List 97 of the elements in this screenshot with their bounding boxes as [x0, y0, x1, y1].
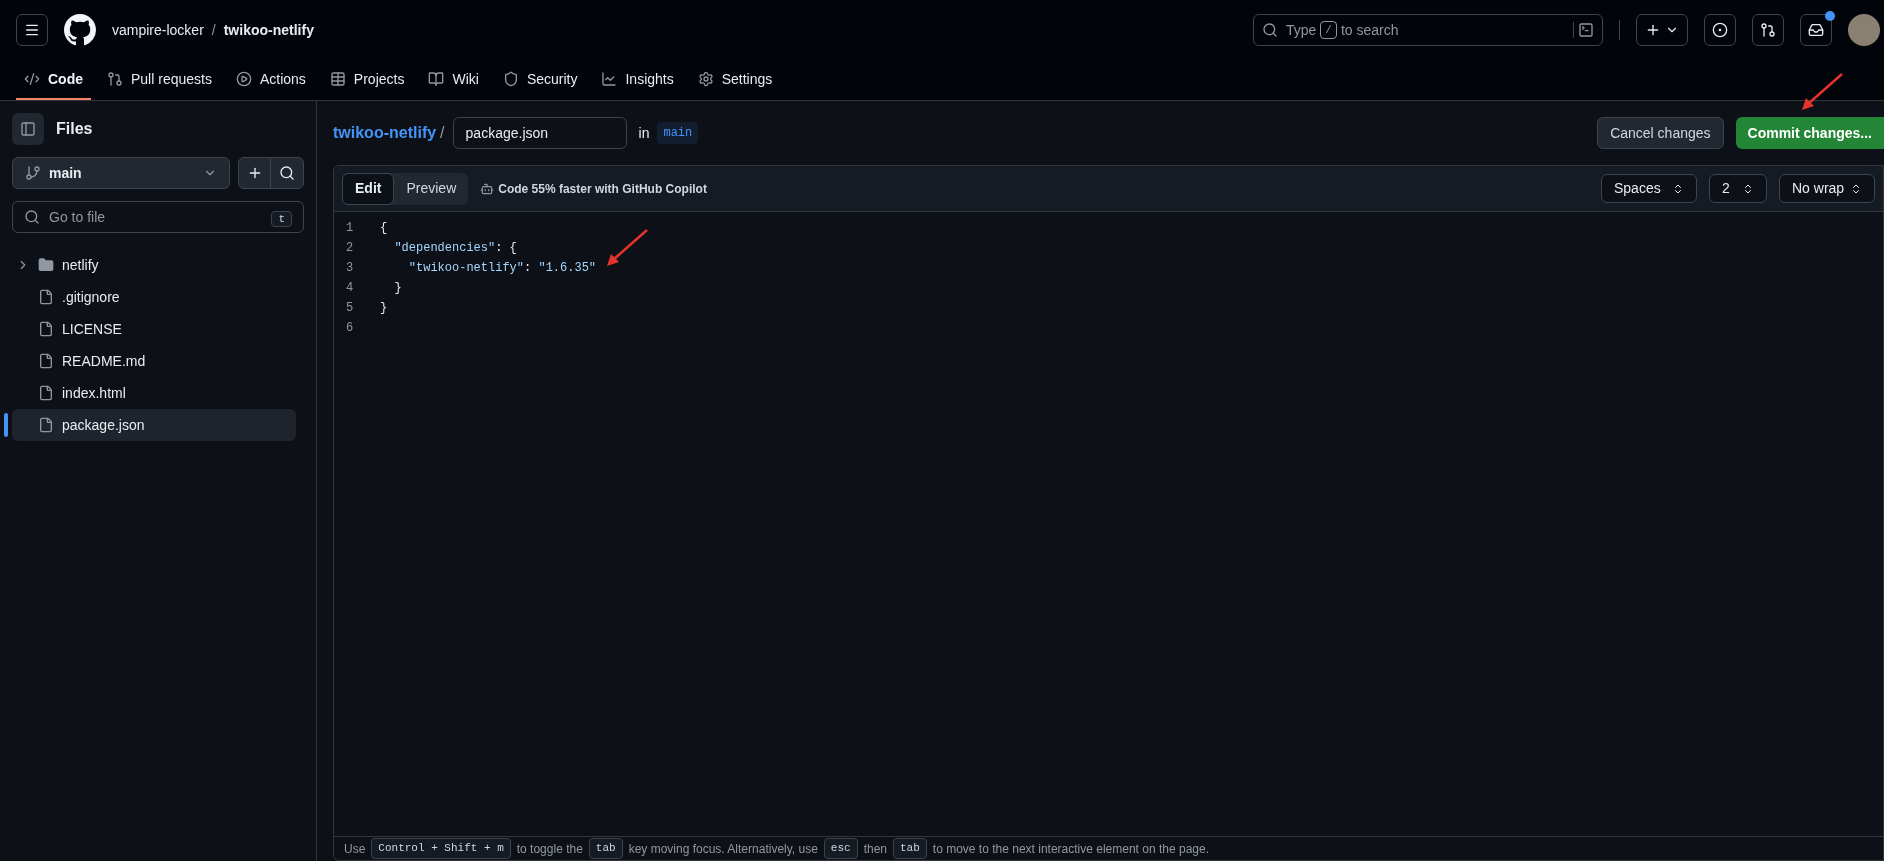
repo-tab[interactable]: Insights	[593, 60, 682, 100]
file-tree-item[interactable]: LICENSE	[12, 313, 296, 345]
code-icon	[24, 71, 40, 87]
code-line: }	[393, 280, 402, 297]
code-line: }	[380, 300, 388, 317]
code-line: {	[380, 220, 388, 237]
repo-tab[interactable]: Security	[494, 60, 586, 100]
command-palette-icon	[1573, 22, 1594, 38]
settings-icon	[697, 71, 714, 87]
shield-icon	[502, 71, 519, 87]
search-field[interactable]: Type / to search	[1253, 14, 1603, 46]
file-tree-item[interactable]: package.json	[12, 409, 296, 441]
keyboard-key: Control + Shift + m	[371, 838, 511, 859]
keyboard-key: tab	[893, 838, 927, 859]
menu-button[interactable]	[16, 14, 48, 46]
file-tree-item[interactable]: index.html	[12, 377, 296, 409]
play-icon	[235, 71, 252, 87]
repo-tab[interactable]: Wiki	[420, 60, 487, 100]
branch-select[interactable]: main	[12, 157, 230, 189]
file-tree-item[interactable]: .gitignore	[12, 281, 296, 313]
copilot-icon	[480, 181, 495, 196]
create-new-button[interactable]	[1636, 14, 1688, 46]
file-icon	[38, 385, 54, 401]
code-line: "dependencies": {	[393, 240, 517, 257]
file-icon	[38, 353, 54, 369]
collapse-sidebar-button[interactable]	[12, 113, 44, 145]
file-icon	[38, 321, 54, 337]
select-arrows-icon	[1850, 182, 1862, 195]
search-icon	[24, 209, 40, 225]
search-hint: to search	[1340, 20, 1399, 40]
keyboard-hint: key moving focus. Alternatively, use	[628, 840, 818, 858]
sidebar-icon	[20, 121, 36, 137]
book-icon	[428, 71, 445, 87]
path-separator: /	[440, 123, 445, 143]
copilot-link[interactable]: Code 55% faster with GitHub Copilot	[480, 179, 707, 198]
in-label: in	[638, 123, 650, 143]
line-number: 5	[345, 300, 355, 317]
editor-tab[interactable]: Edit	[342, 172, 395, 205]
issue-icon	[1712, 22, 1728, 38]
pull-request-icon	[1760, 22, 1776, 38]
arrow-annotation	[607, 229, 648, 266]
graph-icon	[601, 71, 618, 87]
editor-select[interactable]: Spaces	[1601, 174, 1697, 203]
search-hint: Type	[1286, 20, 1317, 40]
pull-request-icon	[107, 71, 123, 87]
keyboard-key: tab	[588, 838, 623, 859]
line-number: 4	[345, 280, 355, 297]
file-icon	[38, 417, 54, 433]
line-number: 6	[345, 320, 355, 337]
repo-tab[interactable]: Projects	[321, 60, 413, 100]
cancel-changes-button[interactable]: Cancel changes	[1597, 117, 1724, 149]
editor-select[interactable]: No wrap	[1779, 174, 1875, 203]
avatar[interactable]	[1848, 14, 1880, 46]
issues-button[interactable]	[1704, 14, 1736, 46]
file-tree-item[interactable]: README.md	[12, 345, 296, 377]
folder-icon	[38, 257, 54, 273]
file-tree-item[interactable]: netlify	[12, 249, 296, 281]
repo-tab[interactable]: Code	[16, 60, 91, 100]
keyboard-key: t	[271, 210, 292, 227]
filename-field[interactable]: package.json	[452, 117, 627, 149]
line-number: 2	[345, 240, 355, 257]
keyboard-hint: to move to the next interactive element on the page.	[932, 840, 1209, 858]
table-icon	[329, 71, 346, 87]
keyboard-hint: then	[863, 840, 887, 858]
menu-icon	[24, 22, 40, 38]
path-separator: /	[211, 20, 216, 40]
branch-icon	[25, 165, 41, 181]
inbox-button[interactable]	[1800, 14, 1832, 46]
editor-tab[interactable]: Preview	[394, 172, 469, 205]
line-number: 1	[345, 220, 355, 237]
select-arrows-icon	[1672, 182, 1684, 195]
sidebar-title: Files	[56, 119, 93, 139]
repo-link[interactable]: twikoo-netlify	[223, 19, 314, 41]
plus-icon	[1645, 22, 1661, 38]
file-icon	[38, 289, 54, 305]
editor-select[interactable]: 2	[1709, 174, 1767, 203]
github-logo[interactable]	[64, 14, 96, 46]
keyboard-hint: to toggle the	[516, 840, 583, 858]
repo-link[interactable]: twikoo-netlify	[333, 121, 437, 145]
arrow-annotation	[1802, 73, 1843, 110]
branch-label: main	[657, 122, 699, 144]
keyboard-key: /	[1320, 20, 1337, 40]
inbox-icon	[1808, 22, 1824, 38]
search-icon	[1262, 22, 1278, 38]
commit-changes-button[interactable]: Commit changes...	[1735, 117, 1884, 149]
search-icon	[279, 165, 295, 181]
keyboard-hint: Use	[344, 840, 366, 858]
repo-tab[interactable]: Pull requests	[99, 60, 220, 100]
repo-tab[interactable]: Settings	[689, 60, 781, 100]
line-number: 3	[345, 260, 355, 277]
pull-requests-button[interactable]	[1752, 14, 1784, 46]
keyboard-key: esc	[823, 838, 858, 859]
owner-link[interactable]: vampire-locker	[112, 19, 204, 41]
repo-tab[interactable]: Actions	[227, 60, 314, 100]
code-line: "twikoo-netlify": "1.6.35"	[407, 260, 597, 277]
selection-indicator	[4, 413, 8, 437]
select-arrows-icon	[1742, 182, 1754, 195]
